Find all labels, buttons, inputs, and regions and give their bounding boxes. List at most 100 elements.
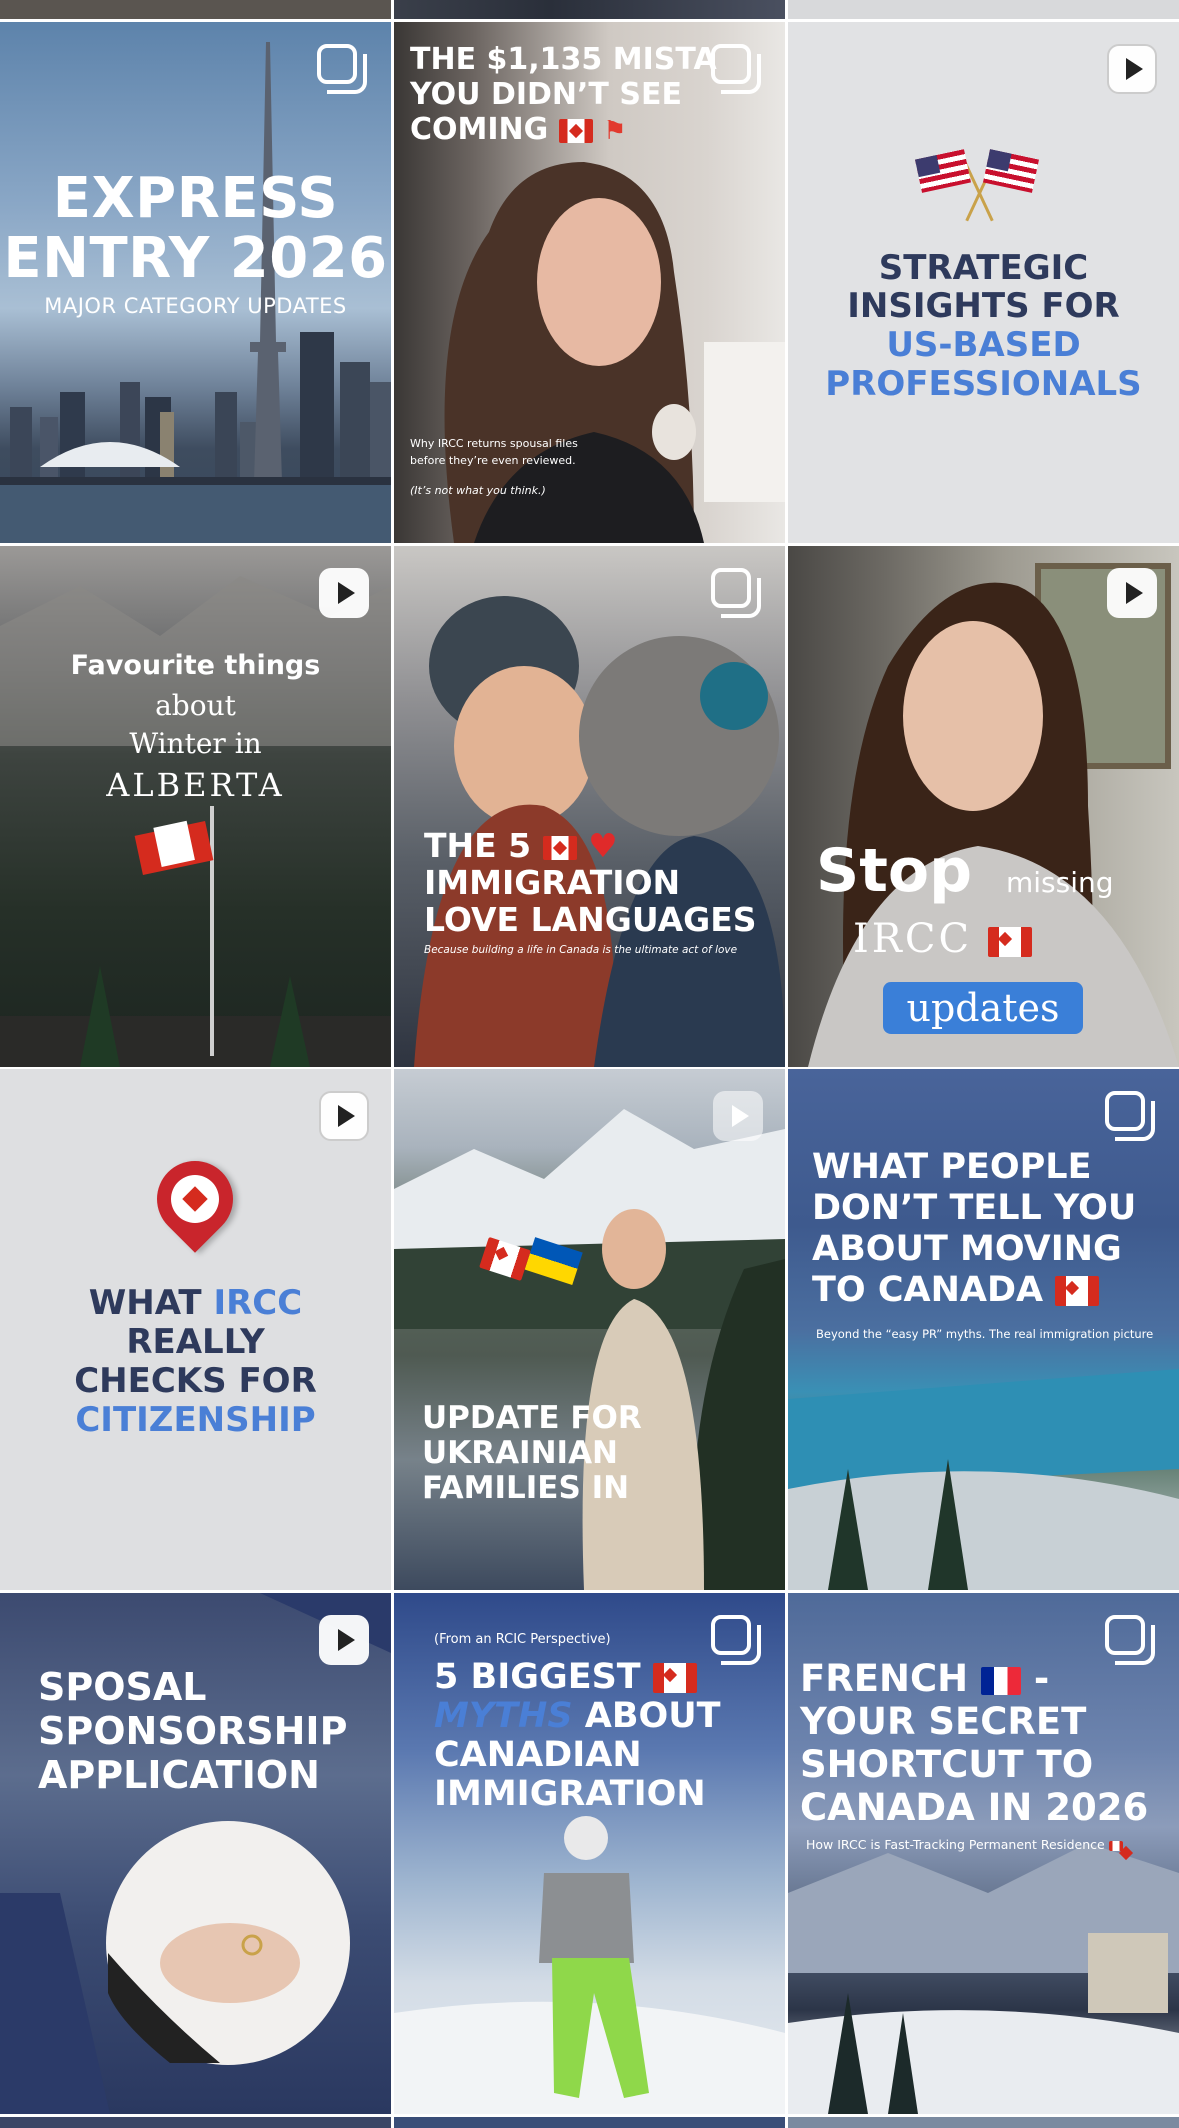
carousel-icon: [1105, 1091, 1157, 1143]
post-tile-express-entry[interactable]: EXPRESS ENTRY 2026 MAJOR CATEGORY UPDATE…: [0, 22, 391, 543]
tile-title-line1: WHAT PEOPLE: [812, 1147, 1092, 1187]
tile-title-line2: YOUR SECRET: [800, 1700, 1087, 1743]
reel-icon: [1107, 568, 1157, 618]
tile-title-line4: CANADA IN 2026: [800, 1786, 1149, 1829]
tile-title-line2: INSIGHTS FOR: [847, 286, 1120, 326]
tile-subtitle: Because building a life in Canada is the…: [424, 944, 738, 956]
canada-flag-icon: [652, 1663, 697, 1693]
grid-tile-peek-top-1[interactable]: [0, 0, 391, 19]
tile-word-missing: missing: [1006, 866, 1114, 899]
tile-title-line3: LOVE LANGUAGES: [424, 900, 757, 939]
tile-title-line2-b: ABOUT: [572, 1696, 721, 1736]
tile-title-line2: YOU DIDN’T SEE: [410, 77, 682, 112]
map-pin-icon: [141, 1145, 249, 1253]
tile-title-line3-text: COMING: [410, 112, 549, 147]
grid-tile-peek-bottom-2[interactable]: [394, 2117, 785, 2128]
tile-title-line3: CHECKS FOR: [74, 1361, 317, 1401]
tile-title-line4: IMMIGRATION: [434, 1774, 706, 1814]
reel-icon: [713, 1091, 763, 1141]
canada-flag-icon: [1108, 1840, 1123, 1851]
carousel-icon: [711, 568, 763, 620]
reel-icon: [319, 568, 369, 618]
tile-title-line1: UPDATE FOR: [422, 1400, 642, 1436]
tile-title-line3: APPLICATION: [38, 1753, 320, 1797]
tile-title-line2: SPONSORSHIP: [38, 1709, 348, 1753]
tile-title-line2: ENTRY 2026: [3, 226, 388, 291]
tile-title-line4: ALBERTA: [106, 766, 285, 804]
tile-title-line3: ABOUT MOVING: [812, 1229, 1122, 1269]
carousel-icon: [1105, 1615, 1157, 1667]
tile-title-line1-text: 5 BIGGEST: [434, 1657, 641, 1697]
tile-title-line2: UKRAINIAN: [422, 1435, 619, 1471]
tile-caption-line3: (It’s not what you think.): [410, 484, 546, 497]
tile-title-line1: WHAT IRCC: [0, 1283, 391, 1323]
tile-subtitle-text: How IRCC is Fast-Tracking Permanent Resi…: [806, 1837, 1105, 1852]
couple-image: [414, 596, 785, 1067]
carousel-icon: [711, 44, 763, 96]
tile-title-line1: 5 BIGGEST: [434, 1657, 697, 1697]
post-tile-ukrainian[interactable]: UPDATE FOR UKRAINIAN FAMILIES IN: [394, 1069, 785, 1590]
post-tile-sposal-sponsorship[interactable]: SPOSAL SPONSORSHIP APPLICATION: [0, 1593, 391, 2114]
tile-title-line1: EXPRESS: [52, 166, 339, 231]
tile-word-updates: updates: [906, 986, 1060, 1030]
tile-title-line1-dash: -: [1033, 1657, 1050, 1700]
carousel-icon: [711, 1615, 763, 1667]
canada-flag-icon: [542, 835, 577, 860]
tile-word-ircc: IRCC: [853, 916, 1032, 962]
tile-word-ircc-text: IRCC: [853, 916, 973, 962]
grid-tile-peek-top-2[interactable]: [394, 0, 785, 19]
tile-title-line3: COMING ⚑: [410, 112, 627, 147]
reel-icon: [1107, 44, 1157, 94]
tile-title-line2: REALLY: [126, 1322, 265, 1362]
tile-subtitle: MAJOR CATEGORY UPDATES: [44, 294, 347, 318]
tile-subtitle: How IRCC is Fast-Tracking Permanent Resi…: [806, 1837, 1123, 1852]
grid-tile-peek-bottom-3[interactable]: [788, 2117, 1179, 2128]
tile-title-line1-a: WHAT: [88, 1283, 214, 1323]
red-flag-icon: ⚑: [603, 116, 627, 146]
post-tile-strategic-insights[interactable]: STRATEGIC INSIGHTS FOR US-BASED PROFESSI…: [788, 22, 1179, 543]
tile-title-line3: Winter in: [129, 727, 262, 760]
tile-title-line1-text: THE 5: [424, 826, 532, 865]
mountain-woman-image: [394, 1109, 785, 1590]
mountain-flag-image: [0, 576, 391, 1067]
tile-kicker: (From an RCIC Perspective): [434, 1632, 611, 1647]
post-tile-moving[interactable]: WHAT PEOPLE DON’T TELL YOU ABOUT MOVING …: [788, 1069, 1179, 1590]
tile-title-line4: TO CANADA: [812, 1270, 1100, 1310]
us-flags-icon: [915, 144, 1039, 224]
heart-icon: ♥: [588, 826, 618, 865]
tile-title-line1: Favourite things: [70, 650, 321, 681]
tile-title-line4: PROFESSIONALS: [825, 364, 1142, 404]
reel-icon: [319, 1091, 369, 1141]
tile-title-line1: FRENCH -: [800, 1657, 1049, 1700]
tile-title-line1-text: FRENCH: [800, 1657, 969, 1700]
tile-title-line2-a: MYTHS: [434, 1696, 573, 1736]
tile-title-line3: US-BASED: [886, 325, 1081, 365]
canada-flag-icon: [1055, 1276, 1100, 1306]
carousel-icon: [317, 44, 369, 96]
tile-subtitle: Beyond the “easy PR” myths. The real imm…: [816, 1327, 1154, 1341]
tile-title-line1-b: IRCC: [213, 1283, 303, 1323]
grid-tile-peek-top-3[interactable]: [788, 0, 1179, 19]
post-tile-love-languages[interactable]: THE 5 ♥ IMMIGRATION LOVE LANGUAGES Becau…: [394, 546, 785, 1067]
grid-tile-peek-bottom-1[interactable]: [0, 2117, 391, 2128]
post-tile-myths[interactable]: (From an RCIC Perspective) 5 BIGGEST MYT…: [394, 1593, 785, 2114]
tile-caption-line2: before they’re even reviewed.: [410, 454, 576, 467]
tile-title-line2: DON’T TELL YOU: [812, 1188, 1137, 1228]
tile-title-line4: CITIZENSHIP: [75, 1400, 316, 1440]
tile-title-line4-text: TO CANADA: [812, 1270, 1044, 1310]
canada-flag-icon: [987, 927, 1032, 957]
tile-title-line2: IMMIGRATION: [424, 863, 681, 902]
france-flag-icon: [981, 1666, 1022, 1695]
canada-flag-icon: [558, 118, 593, 143]
tile-title-line3: SHORTCUT TO: [800, 1743, 1094, 1786]
post-tile-stop-missing[interactable]: Stop missing IRCC updates: [788, 546, 1179, 1067]
tile-title-line1: SPOSAL: [38, 1665, 207, 1709]
tile-title-line1: THE $1,135 MISTA: [410, 42, 717, 77]
profile-post-grid: EXPRESS ENTRY 2026 MAJOR CATEGORY UPDATE…: [0, 0, 1179, 2128]
tile-title-line2: about: [155, 689, 236, 722]
tile-title-line1: STRATEGIC: [878, 248, 1089, 288]
post-tile-mistake[interactable]: THE $1,135 MISTA YOU DIDN’T SEE COMING ⚑…: [394, 22, 785, 543]
post-tile-french[interactable]: FRENCH - YOUR SECRET SHORTCUT TO CANADA …: [788, 1593, 1179, 2114]
post-tile-alberta[interactable]: Favourite things about Winter in ALBERTA: [0, 546, 391, 1067]
post-tile-citizenship[interactable]: WHAT IRCC REALLY CHECKS FOR CITIZENSHIP: [0, 1069, 391, 1590]
